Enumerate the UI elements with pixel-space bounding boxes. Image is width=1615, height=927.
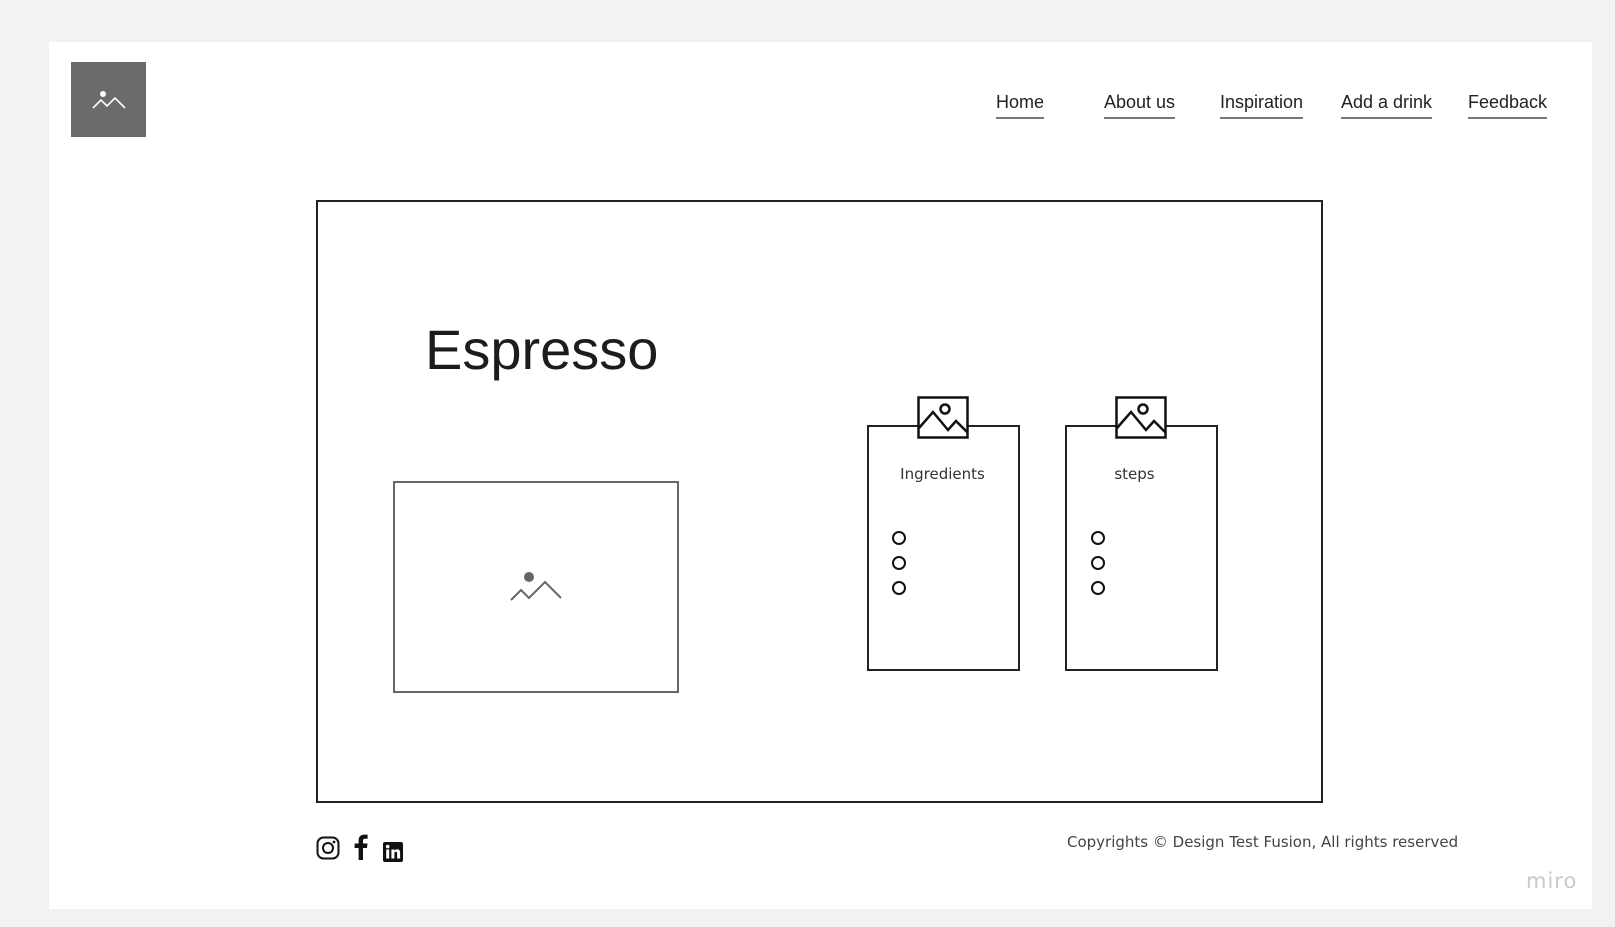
list-bullet xyxy=(892,556,906,570)
nav-add-a-drink[interactable]: Add a drink xyxy=(1341,92,1433,119)
list-bullet xyxy=(892,531,906,545)
copyright-text: Copyrights © Design Test Fusion, All rig… xyxy=(1067,833,1459,851)
list-bullet xyxy=(1091,581,1105,595)
page-title: Espresso xyxy=(425,318,659,381)
miro-watermark: miro xyxy=(1526,869,1578,893)
list-bullet xyxy=(1091,531,1105,545)
list-bullet xyxy=(892,581,906,595)
nav-about-us[interactable]: About us xyxy=(1104,92,1176,119)
nav-feedback[interactable]: Feedback xyxy=(1468,92,1548,119)
nav-inspiration[interactable]: Inspiration xyxy=(1220,92,1304,119)
picture-icon xyxy=(917,396,969,439)
linkedin-icon[interactable] xyxy=(383,842,403,862)
ingredients-card xyxy=(867,425,1020,671)
image-placeholder-icon xyxy=(91,90,126,109)
steps-card xyxy=(1065,425,1218,671)
facebook-icon[interactable] xyxy=(354,834,368,860)
picture-icon xyxy=(1115,396,1167,439)
ingredients-label: Ingredients xyxy=(900,465,985,483)
nav-home[interactable]: Home xyxy=(996,92,1045,119)
logo[interactable] xyxy=(71,62,146,137)
instagram-icon[interactable] xyxy=(316,836,340,860)
steps-label: steps xyxy=(1114,465,1155,483)
list-bullet xyxy=(1091,556,1105,570)
drink-image xyxy=(393,481,679,693)
image-placeholder-icon xyxy=(510,572,562,601)
